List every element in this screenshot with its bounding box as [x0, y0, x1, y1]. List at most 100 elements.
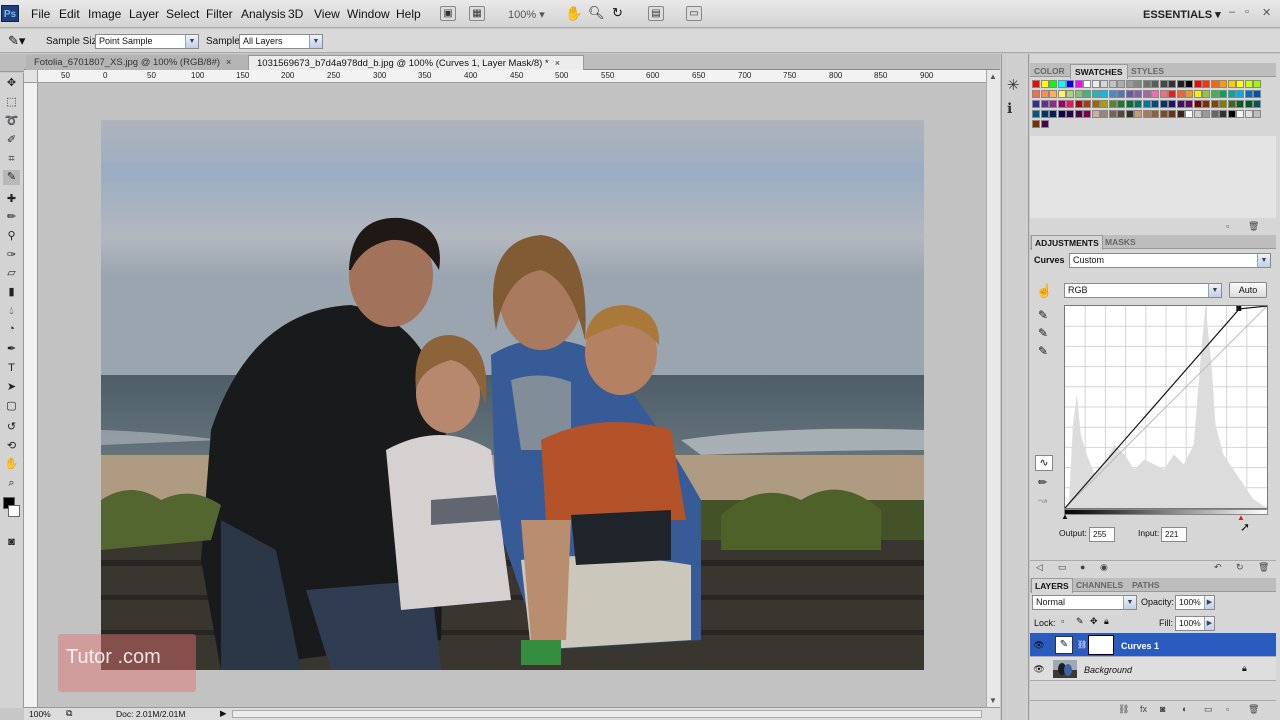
swatch[interactable] — [1100, 90, 1108, 98]
shape-tool-icon[interactable]: ▢ — [3, 399, 20, 414]
lock-pixels-icon[interactable]: ✎ — [1076, 616, 1084, 627]
swatch[interactable] — [1193, 80, 1202, 88]
zoom-icon[interactable]: 🔍︎ — [588, 5, 605, 21]
swatch[interactable] — [1040, 120, 1049, 128]
type-tool-icon[interactable]: T — [3, 361, 20, 376]
eyedropper-tool-icon[interactable]: ✎▾ — [8, 33, 25, 49]
swatch[interactable] — [1040, 80, 1049, 88]
gray-point-eyedropper-icon[interactable]: ✎ — [1038, 326, 1048, 340]
tab-paths[interactable]: PATHS — [1132, 580, 1160, 590]
swatch[interactable] — [1159, 110, 1168, 118]
zoom-level[interactable]: 100% ▾ — [508, 8, 545, 21]
swatch[interactable] — [1134, 110, 1142, 118]
layer-mask-thumbnail[interactable] — [1088, 635, 1114, 655]
swatch[interactable] — [1032, 120, 1040, 128]
swatch[interactable] — [1236, 80, 1244, 88]
tab-close-icon[interactable]: × — [226, 57, 231, 67]
swatch[interactable] — [1074, 110, 1083, 118]
swatch[interactable] — [1117, 110, 1125, 118]
swatch[interactable] — [1142, 90, 1151, 98]
black-slider-icon[interactable]: ▲ — [1061, 512, 1069, 521]
swatch[interactable] — [1142, 110, 1151, 118]
pen-tool-icon[interactable]: ✒ — [3, 342, 20, 357]
workspace-switcher[interactable]: ESSENTIALS ▾ — [1143, 8, 1221, 21]
tab-close-icon[interactable]: × — [555, 58, 560, 68]
swatch[interactable] — [1134, 90, 1142, 98]
eye-icon[interactable]: 👁︎ — [1032, 662, 1046, 676]
bridge-icon[interactable]: ▣ — [440, 6, 456, 21]
swatch[interactable] — [1227, 100, 1236, 108]
swatch[interactable] — [1108, 90, 1117, 98]
sample-select[interactable]: All Layers ▼ — [239, 34, 323, 49]
swatch[interactable] — [1185, 80, 1193, 88]
swatch[interactable] — [1176, 100, 1185, 108]
pencil-draw-icon[interactable]: ✏ — [1038, 476, 1047, 489]
menu-filter[interactable]: Filter — [206, 7, 233, 21]
swatch[interactable] — [1210, 110, 1219, 118]
smooth-curve-icon[interactable]: ↝ — [1038, 494, 1047, 507]
swatch[interactable] — [1049, 80, 1057, 88]
new-layer-icon[interactable]: ▫ — [1226, 704, 1229, 714]
menu-analysis[interactable]: Analysis — [241, 7, 286, 21]
3d-rotate-icon[interactable]: ↺ — [3, 420, 20, 435]
dodge-tool-icon[interactable]: ◔ — [3, 322, 20, 337]
curves-graph[interactable] — [1064, 305, 1268, 509]
swatch[interactable] — [1236, 100, 1244, 108]
swatch[interactable] — [1134, 100, 1142, 108]
swatch-grid[interactable] — [1032, 80, 1264, 136]
eyedropper-icon[interactable]: ✎ — [3, 170, 20, 185]
minimize-icon[interactable]: – — [1229, 6, 1235, 18]
swatch[interactable] — [1151, 100, 1159, 108]
swatch[interactable] — [1032, 90, 1040, 98]
swatch[interactable] — [1057, 110, 1066, 118]
swatch[interactable] — [1176, 80, 1185, 88]
swatch[interactable] — [1117, 80, 1125, 88]
swatch[interactable] — [1151, 90, 1159, 98]
fill-field[interactable]: 100% ▶ — [1175, 616, 1215, 631]
swatch[interactable] — [1253, 90, 1261, 98]
history-brush-icon[interactable]: ✑ — [3, 248, 20, 263]
swatch[interactable] — [1244, 90, 1253, 98]
rotate-view-icon[interactable]: ↻ — [612, 5, 623, 21]
blend-mode-select[interactable]: Normal ▼ — [1032, 595, 1137, 610]
swatch[interactable] — [1244, 110, 1253, 118]
swatch[interactable] — [1236, 90, 1244, 98]
swatch[interactable] — [1151, 110, 1159, 118]
eraser-tool-icon[interactable]: ▱ — [3, 266, 20, 281]
swatch[interactable] — [1074, 90, 1083, 98]
swatch[interactable] — [1193, 100, 1202, 108]
swatch[interactable] — [1142, 80, 1151, 88]
swatch[interactable] — [1074, 100, 1083, 108]
swatch[interactable] — [1244, 80, 1253, 88]
swatch[interactable] — [1210, 100, 1219, 108]
swatch[interactable] — [1219, 80, 1227, 88]
scroll-down-icon[interactable]: ▼ — [989, 696, 997, 705]
reset-icon[interactable]: ↻ — [1236, 562, 1244, 573]
swatch[interactable] — [1168, 100, 1176, 108]
swatch[interactable] — [1185, 100, 1193, 108]
swatch[interactable] — [1040, 100, 1049, 108]
delete-layer-icon[interactable]: 🗑︎ — [1248, 704, 1259, 715]
3d-orbit-icon[interactable]: ⟲ — [3, 439, 20, 454]
tab-color[interactable]: COLOR — [1034, 66, 1065, 76]
swatch[interactable] — [1066, 110, 1074, 118]
expand-view-icon[interactable]: ▭ — [1058, 562, 1067, 573]
swatch[interactable] — [1244, 100, 1253, 108]
add-mask-icon[interactable]: ◙ — [1160, 704, 1165, 714]
swatch[interactable] — [1202, 90, 1210, 98]
tab-swatches[interactable]: SWATCHES — [1070, 64, 1128, 79]
swatch[interactable] — [1227, 80, 1236, 88]
swatch[interactable] — [1117, 90, 1125, 98]
stamp-tool-icon[interactable]: ⚲ — [3, 229, 20, 244]
ruler-origin[interactable] — [24, 70, 38, 83]
menu-view[interactable]: View — [314, 7, 340, 21]
brush-tool-icon[interactable]: ✏ — [3, 210, 20, 225]
swatch[interactable] — [1159, 80, 1168, 88]
menu-help[interactable]: Help — [396, 7, 421, 21]
swatch[interactable] — [1253, 110, 1261, 118]
swatch[interactable] — [1202, 110, 1210, 118]
tab-styles[interactable]: STYLES — [1131, 66, 1164, 76]
swatch[interactable] — [1193, 110, 1202, 118]
swatch[interactable] — [1202, 80, 1210, 88]
quick-select-tool-icon[interactable]: ✐ — [3, 133, 20, 148]
